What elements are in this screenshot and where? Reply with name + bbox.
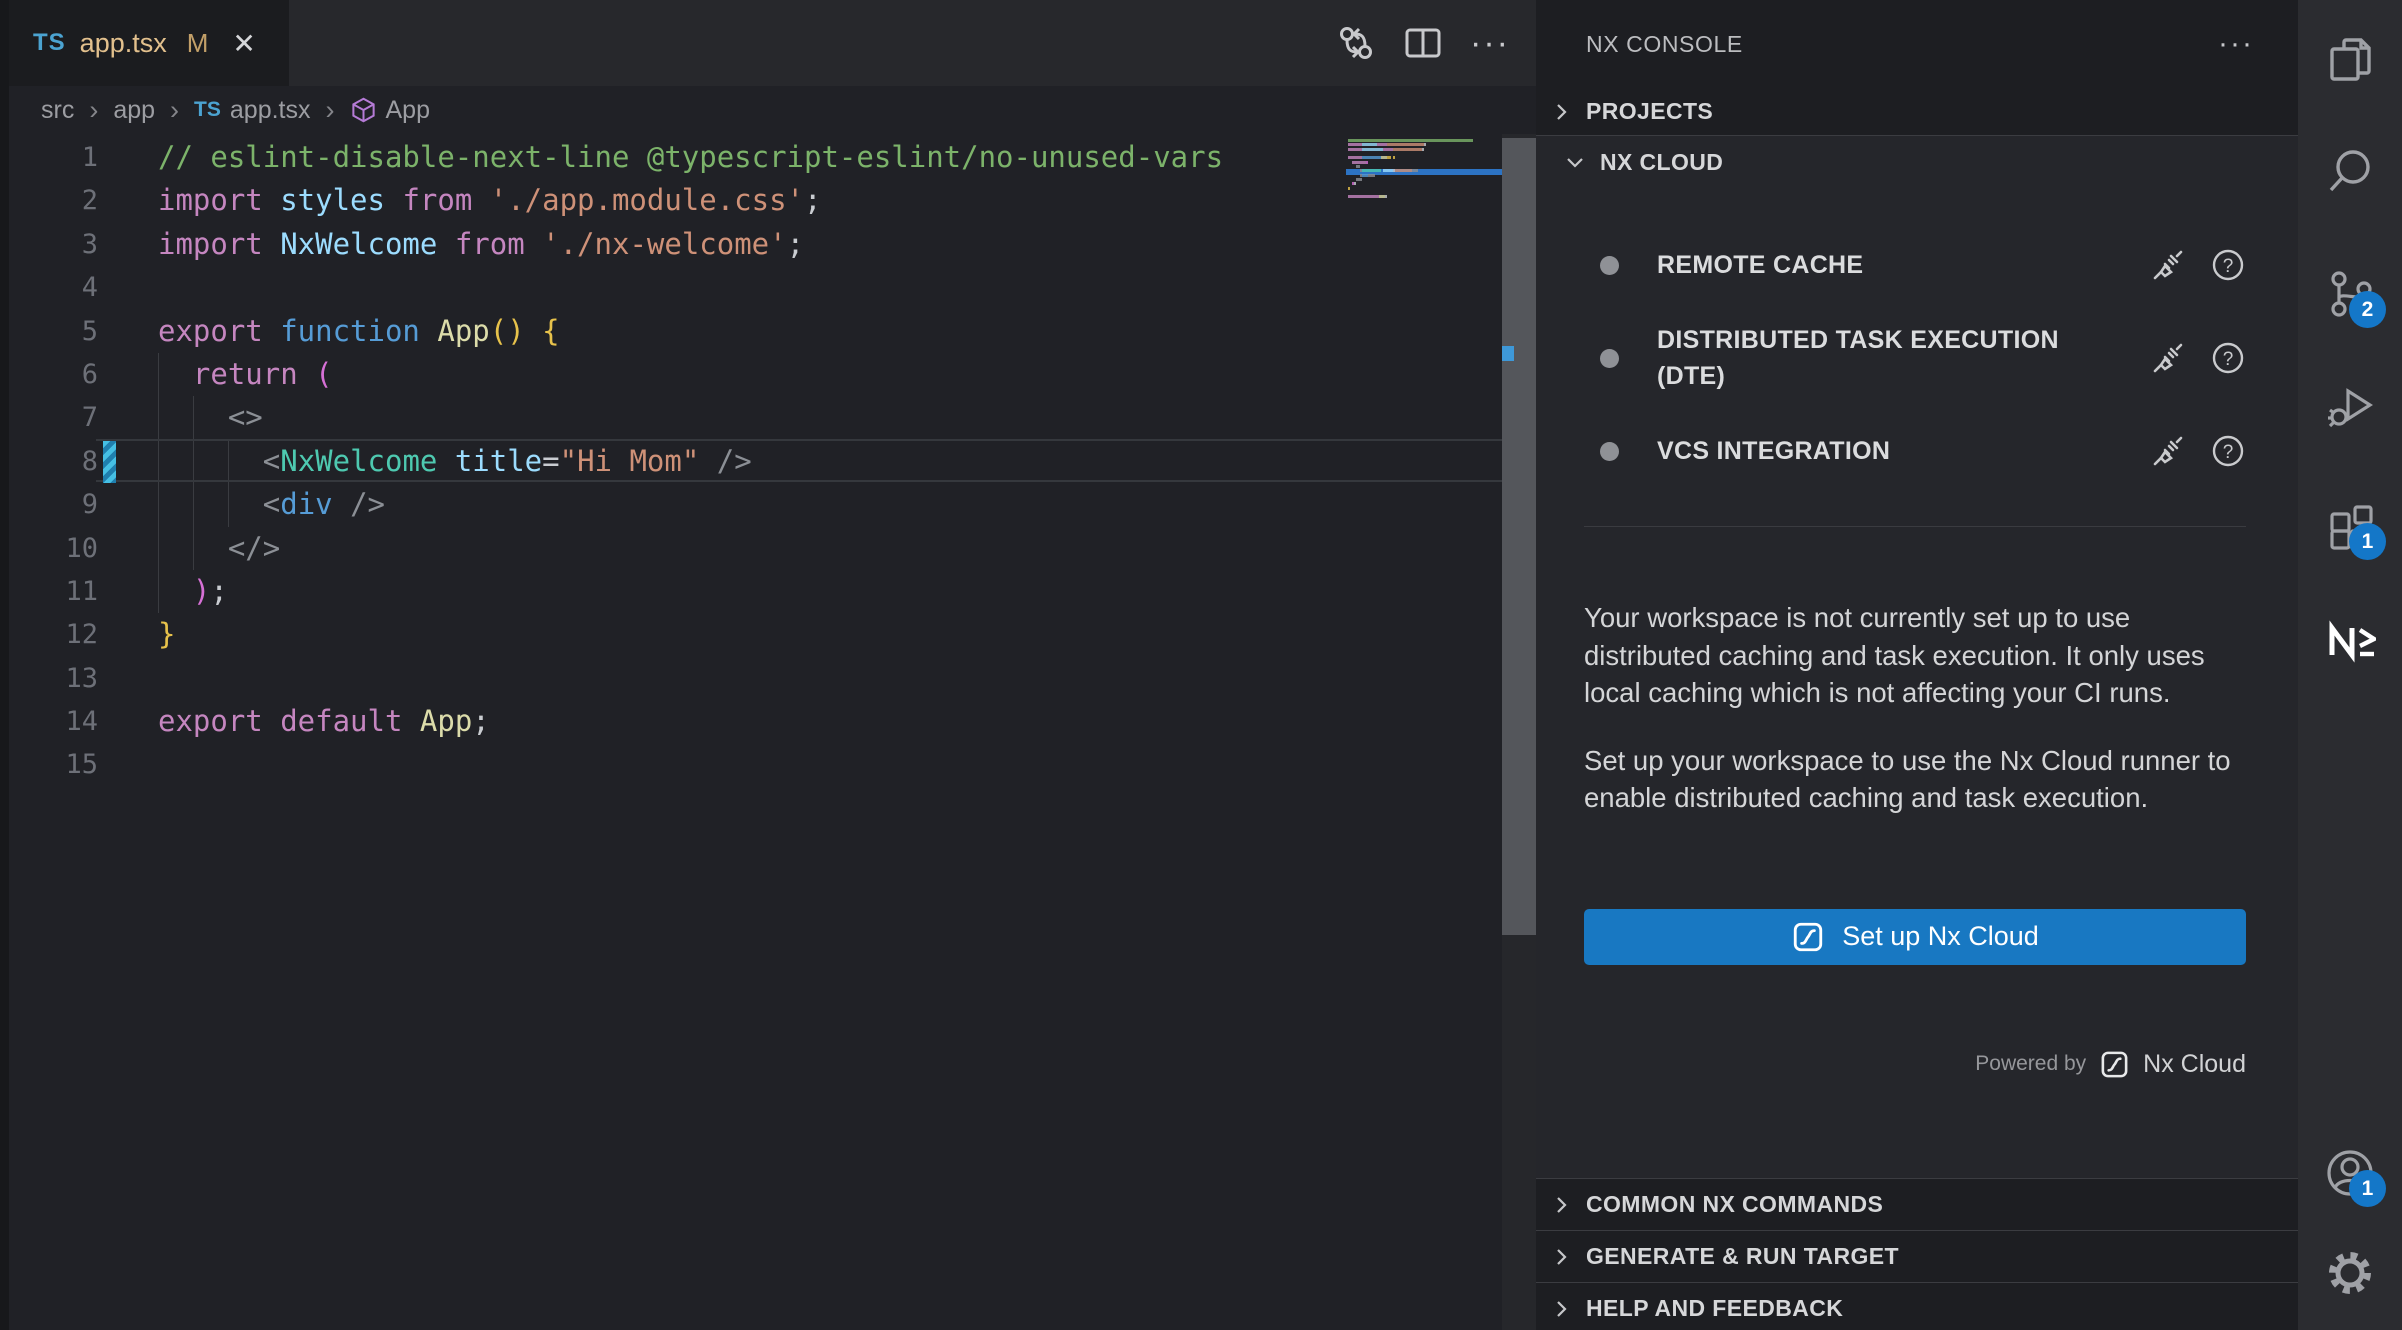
code-line: 1// eslint-disable-next-line @typescript… <box>0 136 1500 179</box>
svg-text:?: ? <box>2223 256 2234 277</box>
breadcrumb: src › app › TS app.tsx › App <box>0 86 1536 134</box>
nx-console-panel: NX CONSOLE ··· PROJECTS NX CLOUD REMOTE … <box>1536 0 2298 1330</box>
account-icon[interactable]: 1 <box>2324 1147 2376 1199</box>
code-line: 12} <box>0 613 1500 656</box>
nx-cloud-header[interactable]: NX CLOUD <box>1550 136 2246 188</box>
nx-cloud-logo-icon <box>1791 920 1825 954</box>
vscode-window: TS app.tsx M ✕ ··· <box>0 0 2402 1330</box>
list-item-remote-cache[interactable]: REMOTE CACHE ? <box>1584 228 2246 302</box>
code-line: 6 return ( <box>0 353 1500 396</box>
code-line: 14export default App; <box>0 700 1500 743</box>
chevron-down-icon <box>1564 151 1586 173</box>
powered-by-nx-cloud[interactable]: Powered by Nx Cloud <box>1584 1049 2246 1080</box>
explorer-icon[interactable] <box>2324 33 2376 85</box>
code-lines: 1// eslint-disable-next-line @typescript… <box>0 136 1500 787</box>
code-line: 8 <NxWelcome title="Hi Mom" /> <box>0 440 1500 483</box>
settings-gear-icon[interactable] <box>2324 1247 2376 1299</box>
extensions-icon[interactable]: 1 <box>2324 500 2376 552</box>
source-control-badge: 2 <box>2349 291 2386 328</box>
setup-hint-text: Set up your workspace to use the Nx Clou… <box>1584 742 2246 817</box>
window-edge <box>0 0 9 1330</box>
tab-bar: TS app.tsx M ✕ ··· <box>0 0 1536 86</box>
extensions-badge: 1 <box>2349 523 2386 560</box>
setup-nx-cloud-button[interactable]: Set up Nx Cloud <box>1584 909 2246 965</box>
chevron-right-icon <box>1550 101 1572 123</box>
code-line: 3import NxWelcome from './nx-welcome'; <box>0 223 1500 266</box>
chevron-right-icon <box>1550 1246 1572 1268</box>
list-item-dte[interactable]: DISTRIBUTED TASK EXECUTION (DTE) ? <box>1584 302 2246 414</box>
editor-group: TS app.tsx M ✕ ··· <box>0 0 1536 1330</box>
collapsed-sections: COMMON NX COMMANDS GENERATE & RUN TARGET… <box>1536 1178 2298 1330</box>
status-bullet-icon <box>1600 256 1619 275</box>
close-icon[interactable]: ✕ <box>232 27 255 60</box>
code-line: 10 </> <box>0 527 1500 570</box>
brand-label: Nx Cloud <box>2143 1050 2246 1079</box>
code-line: 5export function App() { <box>0 310 1500 353</box>
code-line: 4 <box>0 266 1500 309</box>
code-line: 13 <box>0 657 1500 700</box>
open-changes-icon[interactable] <box>1336 23 1376 63</box>
tab-label: app.tsx <box>80 28 167 59</box>
code-line: 15 <box>0 743 1500 786</box>
nx-cloud-feature-list: REMOTE CACHE ? <box>1584 228 2246 488</box>
run-debug-icon[interactable] <box>2324 379 2376 431</box>
code-line: 11 ); <box>0 570 1500 613</box>
help-question-icon[interactable]: ? <box>2210 247 2246 283</box>
code-line: 2import styles from './app.module.css'; <box>0 179 1500 222</box>
more-actions-icon[interactable]: ··· <box>1470 24 1510 63</box>
panel-more-icon[interactable]: ··· <box>2218 27 2254 61</box>
typescript-file-icon: TS <box>194 98 221 122</box>
code-line: 7 <> <box>0 396 1500 439</box>
search-icon[interactable] <box>2324 145 2376 197</box>
split-editor-icon[interactable] <box>1402 23 1444 63</box>
workspace-status-text: Your workspace is not currently set up t… <box>1584 599 2246 712</box>
breadcrumb-app-tsx[interactable]: TS app.tsx <box>194 96 310 125</box>
powered-by-label: Powered by <box>1975 1052 2086 1076</box>
status-bullet-icon <box>1600 442 1619 461</box>
help-question-icon[interactable]: ? <box>2210 433 2246 469</box>
connect-plug-icon[interactable] <box>2150 340 2186 376</box>
breadcrumb-src[interactable]: src <box>41 96 74 125</box>
code-line: 9 <div /> <box>0 483 1500 526</box>
section-generate-run-target[interactable]: GENERATE & RUN TARGET <box>1536 1230 2298 1282</box>
connect-plug-icon[interactable] <box>2150 247 2186 283</box>
overview-ruler-modified-marker <box>1502 346 1514 361</box>
breadcrumb-app[interactable]: app <box>113 96 155 125</box>
section-projects[interactable]: PROJECTS <box>1536 88 2298 136</box>
editor-actions: ··· <box>1336 0 1510 86</box>
panel-header: NX CONSOLE ··· <box>1536 0 2298 88</box>
activity-bar: 2 1 <box>2298 0 2402 1330</box>
source-control-icon[interactable]: 2 <box>2324 268 2376 320</box>
code-editor[interactable]: 1// eslint-disable-next-line @typescript… <box>0 134 1536 1330</box>
nx-cloud-logo-icon <box>2099 1049 2130 1080</box>
svg-text:?: ? <box>2223 442 2234 463</box>
chevron-right-icon: › <box>87 95 100 126</box>
git-modified-badge: M <box>187 28 209 59</box>
chevron-right-icon <box>1550 1298 1572 1320</box>
account-badge: 1 <box>2349 1170 2386 1207</box>
connect-plug-icon[interactable] <box>2150 433 2186 469</box>
section-help-and-feedback[interactable]: HELP AND FEEDBACK <box>1536 1282 2298 1330</box>
chevron-right-icon <box>1550 1194 1572 1216</box>
symbol-cube-icon <box>350 96 377 124</box>
breadcrumb-symbol-app[interactable]: App <box>350 96 430 125</box>
panel-title: NX CONSOLE <box>1586 31 1743 58</box>
section-nx-cloud: NX CLOUD REMOTE CACHE ? <box>1536 136 2298 1178</box>
help-question-icon[interactable]: ? <box>2210 340 2246 376</box>
status-bullet-icon <box>1600 349 1619 368</box>
section-common-nx-commands[interactable]: COMMON NX COMMANDS <box>1536 1178 2298 1230</box>
minimap[interactable] <box>1348 139 1502 209</box>
vertical-scrollbar <box>1502 134 1536 1330</box>
chevron-right-icon: › <box>324 95 337 126</box>
svg-text:?: ? <box>2223 349 2234 370</box>
chevron-right-icon: › <box>168 95 181 126</box>
list-item-vcs-integration[interactable]: VCS INTEGRATION ? <box>1584 414 2246 488</box>
scrollbar-slider[interactable] <box>1502 138 1536 935</box>
tab-app-tsx[interactable]: TS app.tsx M ✕ <box>9 0 289 86</box>
nx-console-icon[interactable] <box>2324 615 2376 667</box>
divider <box>1584 526 2246 527</box>
typescript-file-icon: TS <box>33 29 66 57</box>
